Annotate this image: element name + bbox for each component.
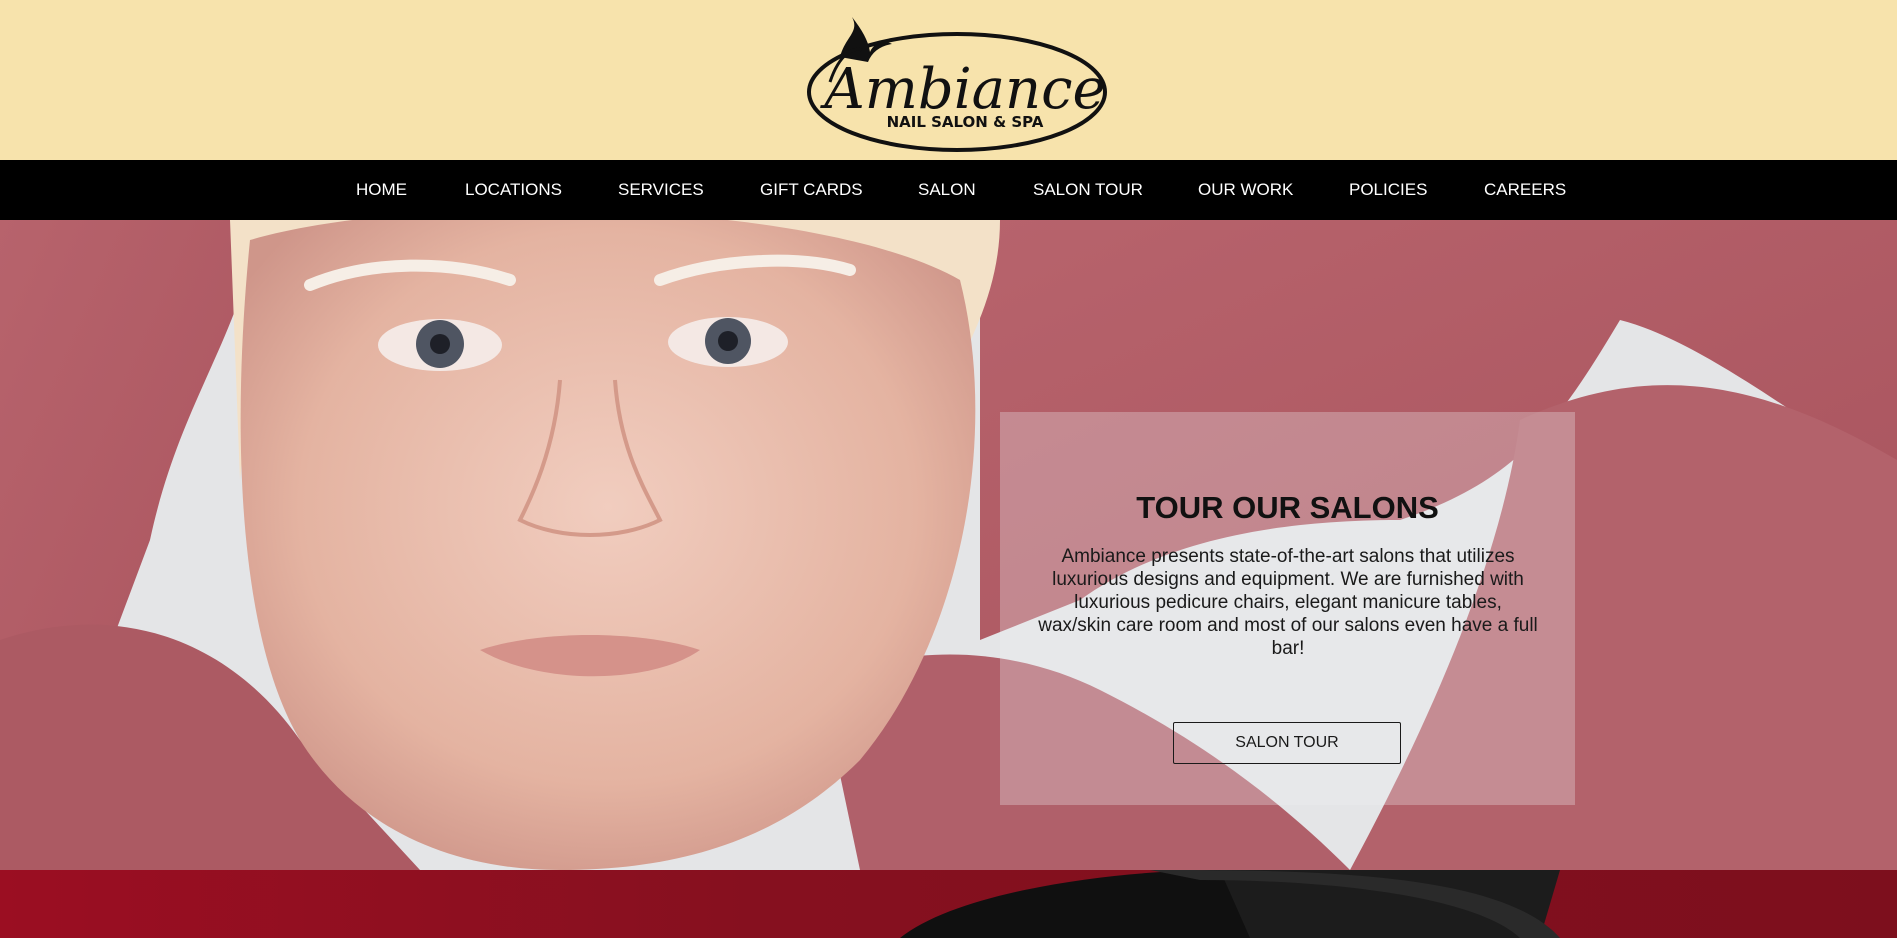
nav-home[interactable]: HOME [356, 160, 407, 220]
hero-background-image [0, 220, 1897, 870]
nav-policies[interactable]: POLICIES [1349, 160, 1427, 220]
nav-careers[interactable]: CAREERS [1484, 160, 1566, 220]
ambiance-logo: Ambiance NAIL SALON & SPA [807, 17, 1107, 152]
nav-services[interactable]: SERVICES [618, 160, 704, 220]
salon-tour-button[interactable]: SALON TOUR [1173, 722, 1401, 764]
nav-our-work[interactable]: OUR WORK [1198, 160, 1293, 220]
main-nav: HOME LOCATIONS SERVICES GIFT CARDS SALON… [0, 160, 1897, 220]
panel-title: TOUR OUR SALONS [1136, 490, 1439, 525]
next-section-image [900, 870, 1560, 938]
nav-salon-tour[interactable]: SALON TOUR [1033, 160, 1143, 220]
hero-section: TOUR OUR SALONS Ambiance presents state-… [0, 220, 1897, 870]
panel-description: Ambiance presents state-of-the-art salon… [1038, 546, 1538, 659]
site-header: Ambiance NAIL SALON & SPA [0, 0, 1897, 160]
nav-salon[interactable]: SALON [918, 160, 976, 220]
logo-tagline-text: NAIL SALON & SPA [887, 113, 1044, 131]
nav-gift-cards[interactable]: GIFT CARDS [760, 160, 863, 220]
salon-tour-panel: TOUR OUR SALONS Ambiance presents state-… [1000, 412, 1575, 805]
next-section-preview [0, 870, 1897, 938]
nav-locations[interactable]: LOCATIONS [465, 160, 562, 220]
